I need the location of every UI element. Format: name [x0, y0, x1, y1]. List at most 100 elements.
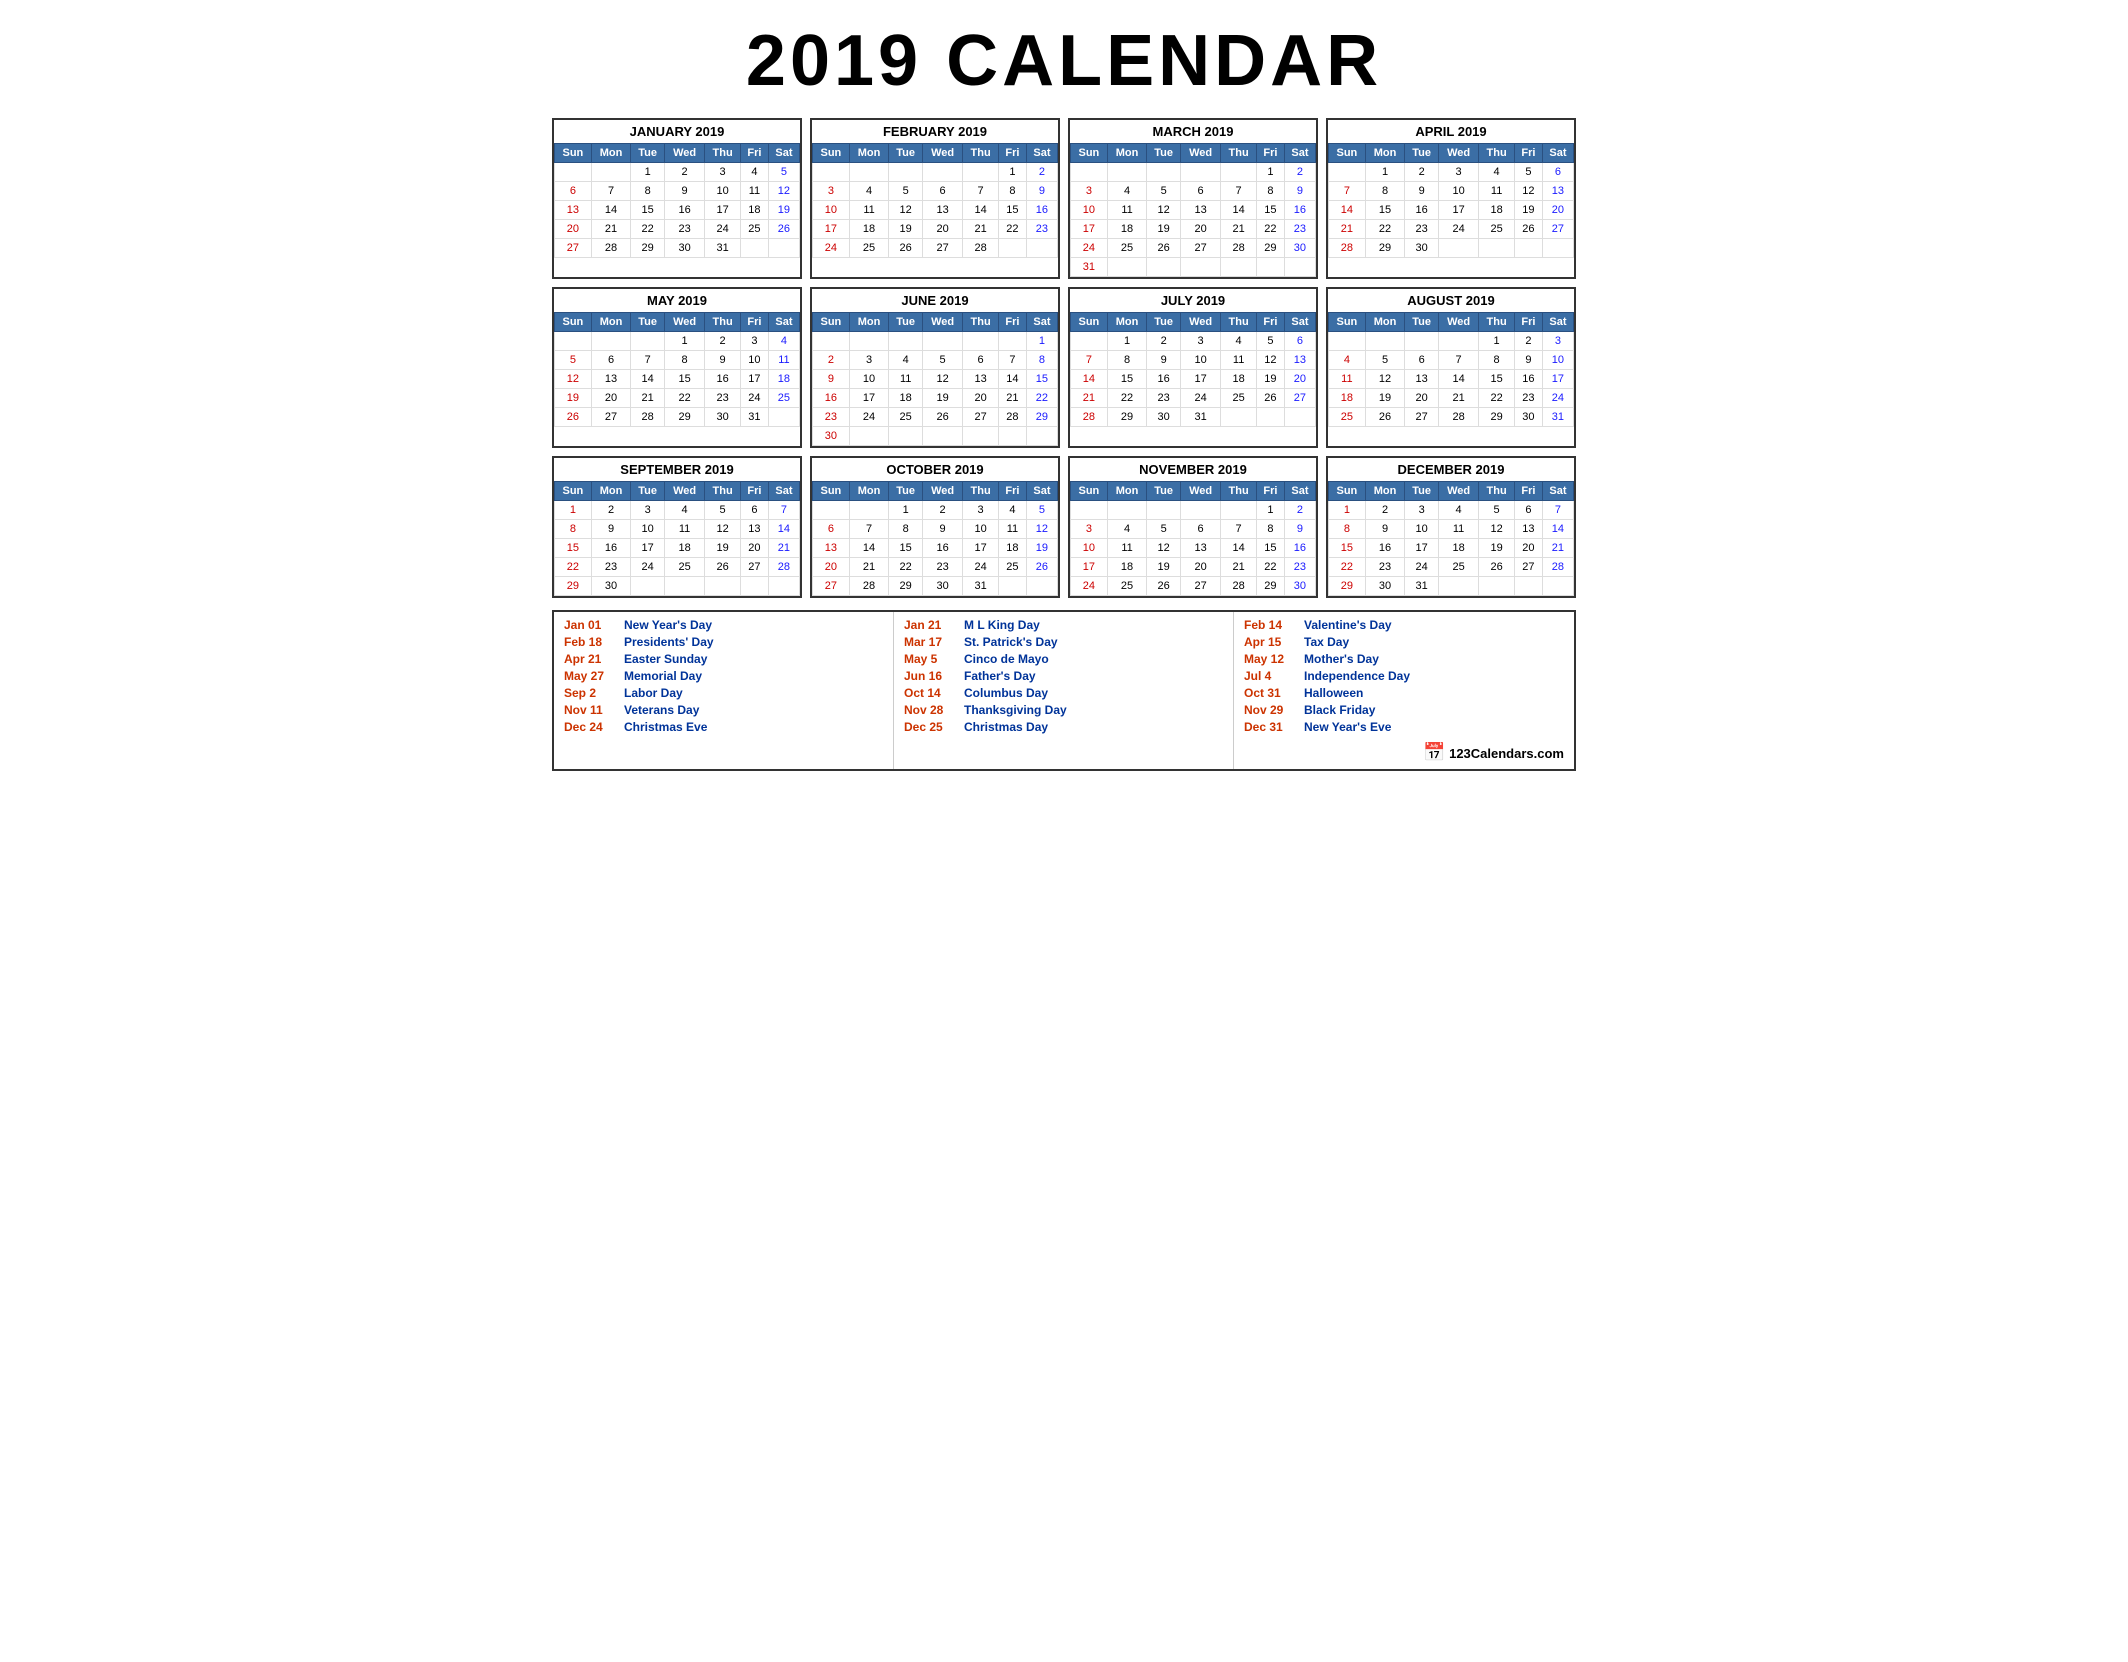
- weekday-header: Sat: [1026, 144, 1057, 163]
- calendar-day: 15: [1257, 539, 1285, 558]
- calendar-day: 8: [1107, 351, 1147, 370]
- month-block-5: MAY 2019SunMonTueWedThuFriSat12345678910…: [552, 287, 802, 448]
- weekday-header: Tue: [631, 313, 665, 332]
- weekday-header: Wed: [664, 144, 704, 163]
- calendar-day: 15: [1257, 201, 1285, 220]
- calendar-day: 21: [849, 558, 889, 577]
- calendar-day: 14: [1221, 201, 1257, 220]
- calendar-day: 5: [705, 501, 741, 520]
- calendar-day: 18: [768, 370, 799, 389]
- calendar-day: 18: [1438, 539, 1478, 558]
- weekday-header: Thu: [1221, 313, 1257, 332]
- calendar-day: 2: [705, 332, 741, 351]
- calendar-day: 19: [1257, 370, 1285, 389]
- calendar-day: 5: [889, 182, 923, 201]
- calendar-day: 3: [705, 163, 741, 182]
- calendar-day: 14: [591, 201, 631, 220]
- calendar-day: 8: [1257, 182, 1285, 201]
- calendar-day: [631, 577, 665, 596]
- holiday-date: Jan 21: [904, 618, 954, 632]
- calendar-day: 15: [664, 370, 704, 389]
- weekday-header: Mon: [591, 144, 631, 163]
- calendar-day: [1026, 239, 1057, 258]
- calendar-day: [999, 427, 1027, 446]
- calendar-day: 21: [631, 389, 665, 408]
- calendar-day: 18: [889, 389, 923, 408]
- calendar-day: 9: [1365, 520, 1405, 539]
- holiday-date: Nov 28: [904, 703, 954, 717]
- calendar-day: 17: [1180, 370, 1220, 389]
- calendar-day: [889, 427, 923, 446]
- calendar-day: 13: [555, 201, 592, 220]
- calendar-day: 20: [555, 220, 592, 239]
- weekday-header: Fri: [999, 313, 1027, 332]
- weekday-header: Thu: [1479, 144, 1515, 163]
- calendar-day: 1: [664, 332, 704, 351]
- calendar-day: 14: [631, 370, 665, 389]
- calendar-day: 12: [1147, 201, 1181, 220]
- calendar-day: 24: [1542, 389, 1573, 408]
- weekday-header: Sat: [768, 313, 799, 332]
- weekday-header: Sat: [1542, 144, 1573, 163]
- calendar-day: [849, 163, 889, 182]
- calendar-day: 26: [705, 558, 741, 577]
- calendar-day: [813, 332, 850, 351]
- calendar-day: 17: [705, 201, 741, 220]
- calendar-day: 7: [1438, 351, 1478, 370]
- calendar-day: 16: [1365, 539, 1405, 558]
- calendar-day: 27: [1542, 220, 1573, 239]
- calendar-day: 11: [999, 520, 1027, 539]
- calendar-day: 20: [1284, 370, 1315, 389]
- weekday-header: Fri: [1257, 482, 1285, 501]
- calendar-day: 8: [999, 182, 1027, 201]
- weekday-header: Sat: [768, 144, 799, 163]
- calendar-day: 10: [741, 351, 769, 370]
- weekday-header: Sun: [1071, 144, 1108, 163]
- holiday-row: Jan 21M L King Day: [904, 618, 1223, 632]
- calendar-day: 20: [1515, 539, 1543, 558]
- calendar-day: 30: [1147, 408, 1181, 427]
- calendar-day: [1329, 163, 1366, 182]
- weekday-header: Sun: [555, 144, 592, 163]
- calendar-day: 15: [1365, 201, 1405, 220]
- weekday-header: Fri: [999, 482, 1027, 501]
- weekday-header: Mon: [1107, 313, 1147, 332]
- calendar-day: 29: [1479, 408, 1515, 427]
- weekday-header: Tue: [1147, 482, 1181, 501]
- calendar-day: 22: [1026, 389, 1057, 408]
- calendar-day: 27: [813, 577, 850, 596]
- calendar-day: 22: [1107, 389, 1147, 408]
- calendar-day: 18: [1329, 389, 1366, 408]
- calendar-day: 11: [1438, 520, 1478, 539]
- calendar-day: 15: [1329, 539, 1366, 558]
- calendar-day: [963, 427, 999, 446]
- calendar-day: 6: [741, 501, 769, 520]
- calendar-day: [922, 427, 962, 446]
- calendar-day: 5: [1479, 501, 1515, 520]
- weekday-header: Mon: [849, 313, 889, 332]
- calendar-day: 30: [1405, 239, 1439, 258]
- weekday-header: Sun: [813, 482, 850, 501]
- calendar-day: 11: [849, 201, 889, 220]
- calendar-day: [1107, 163, 1147, 182]
- holiday-row: Apr 21Easter Sunday: [564, 652, 883, 666]
- calendar-day: 3: [1071, 520, 1108, 539]
- calendar-day: 2: [664, 163, 704, 182]
- calendar-day: 27: [555, 239, 592, 258]
- calendar-day: 20: [741, 539, 769, 558]
- calendar-day: 16: [664, 201, 704, 220]
- calendar-day: 12: [555, 370, 592, 389]
- weekday-header: Thu: [705, 482, 741, 501]
- calendar-day: 27: [963, 408, 999, 427]
- calendar-day: 5: [922, 351, 962, 370]
- calendar-day: 23: [1365, 558, 1405, 577]
- calendar-day: 24: [741, 389, 769, 408]
- calendar-day: 12: [1365, 370, 1405, 389]
- calendar-day: 26: [1515, 220, 1543, 239]
- calendar-day: 4: [1479, 163, 1515, 182]
- calendar-day: 7: [1329, 182, 1366, 201]
- weekday-header: Wed: [664, 313, 704, 332]
- weekday-header: Mon: [1107, 482, 1147, 501]
- weekday-header: Wed: [922, 144, 962, 163]
- calendar-day: 22: [1257, 220, 1285, 239]
